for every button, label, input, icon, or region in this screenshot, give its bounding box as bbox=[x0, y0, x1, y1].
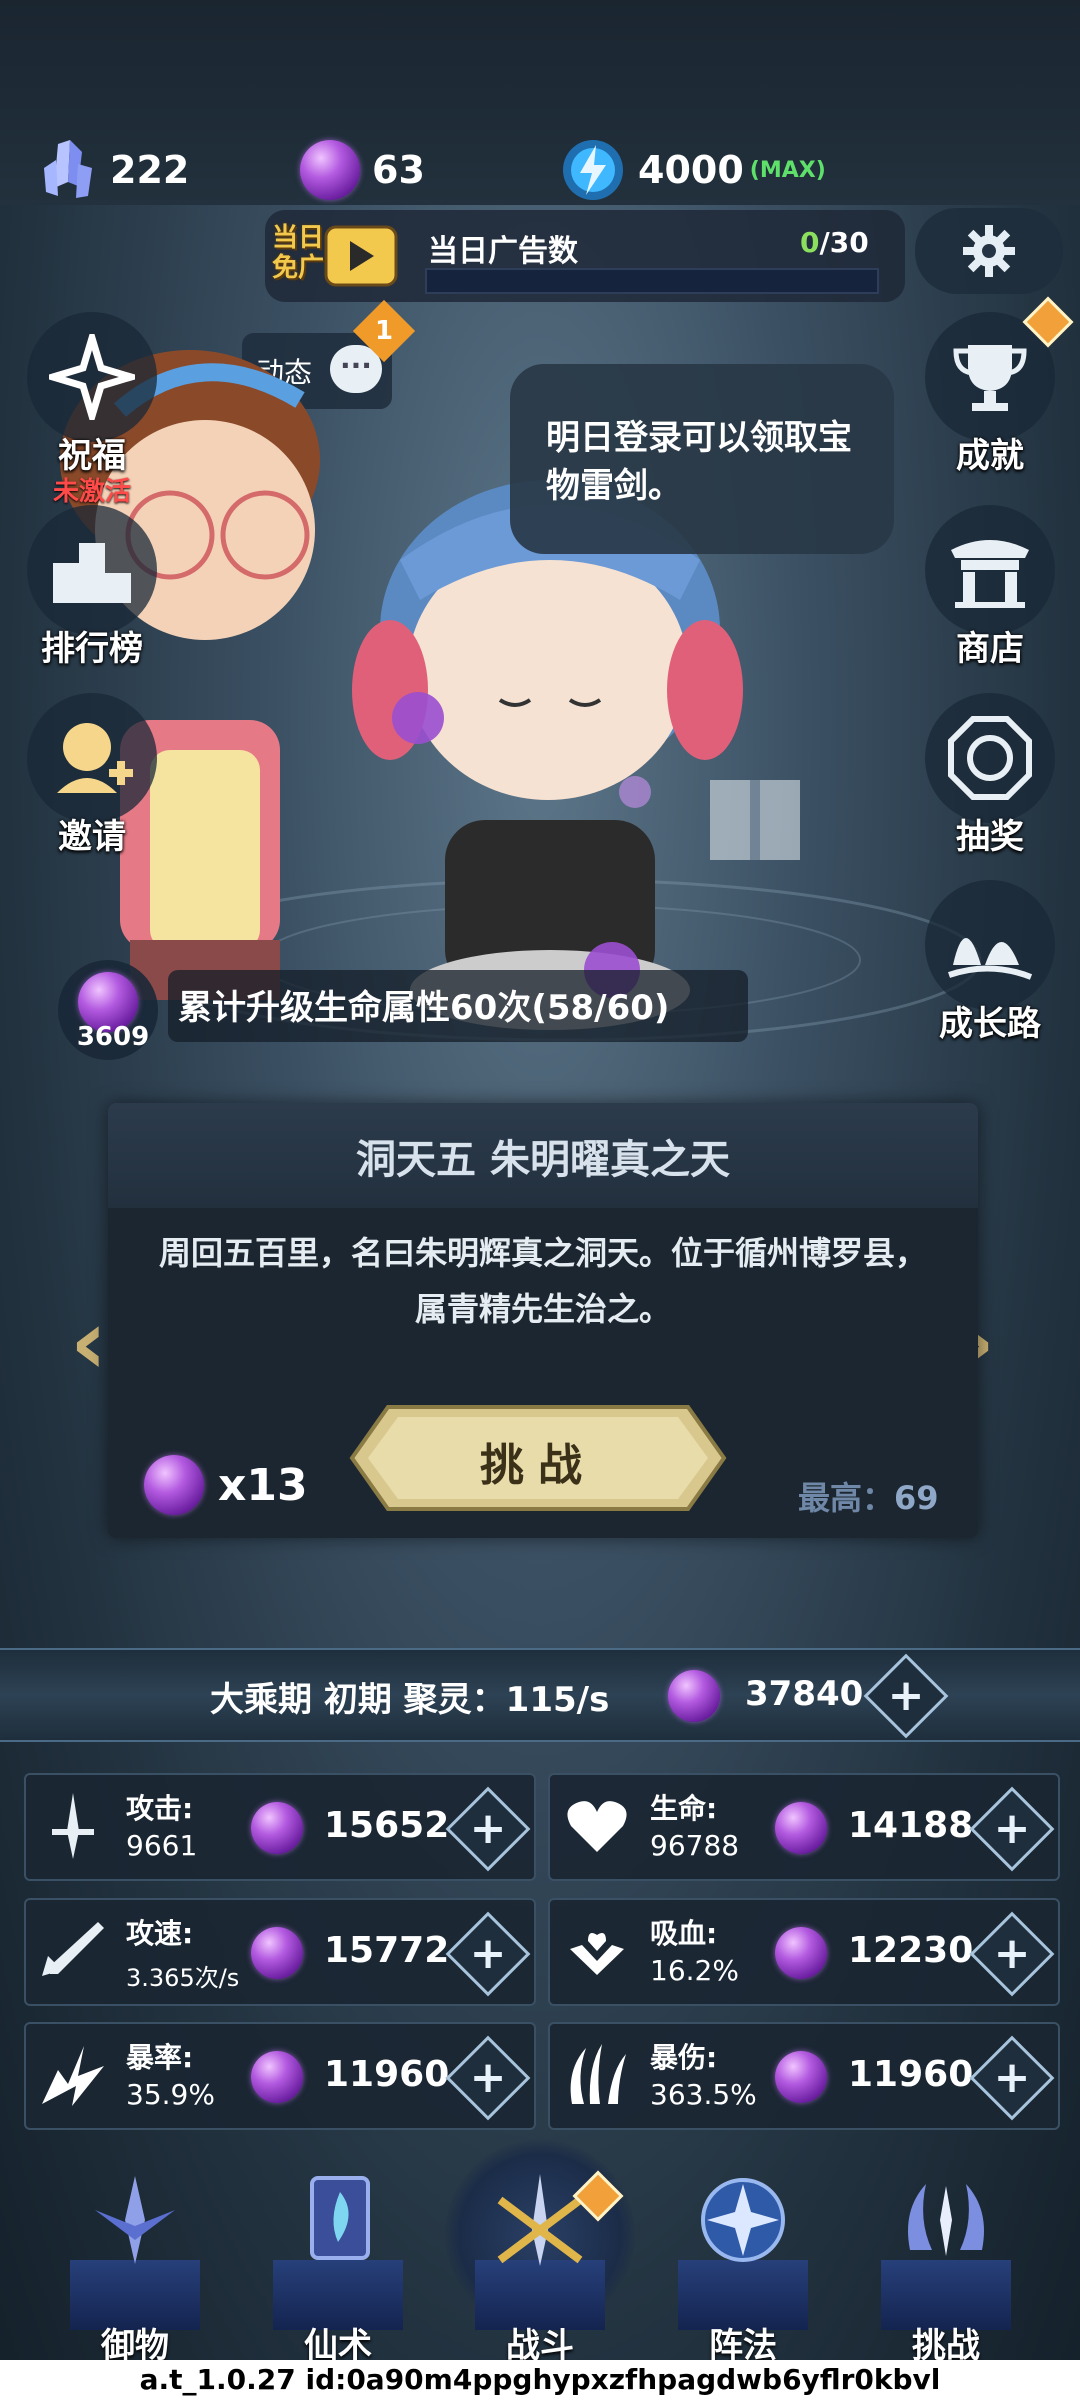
prev-stage-arrow[interactable]: ‹ bbox=[70, 1290, 107, 1395]
orb-value: 63 bbox=[372, 148, 425, 192]
energy-value: 4000 bbox=[638, 148, 744, 192]
invite-label: 邀请 bbox=[58, 817, 126, 857]
heart-icon bbox=[567, 1801, 627, 1852]
orb-counter: 63 bbox=[300, 130, 425, 210]
upgrade-hp-button[interactable]: + bbox=[969, 1786, 1055, 1872]
sword-icon bbox=[52, 1793, 94, 1859]
quest-tracker[interactable]: 3609 累计升级生命属性60次(58/60) bbox=[58, 960, 748, 1060]
mountain-icon bbox=[948, 938, 1033, 980]
crystal-icon bbox=[44, 140, 92, 198]
challenge-button[interactable]: 挑战 bbox=[348, 1403, 728, 1513]
energy-counter: 4000 (MAX) bbox=[560, 130, 826, 210]
blessing-status: 未激活 bbox=[52, 477, 131, 507]
dagger-icon bbox=[42, 1922, 104, 1976]
blessing-button[interactable]: 祝福 未激活 bbox=[22, 312, 162, 508]
challenge-label: 挑战 bbox=[480, 1440, 596, 1491]
upgrade-crit-damage-button[interactable]: + bbox=[969, 2035, 1055, 2121]
nav-formation[interactable]: 阵法 bbox=[663, 2150, 823, 2366]
gift-icon bbox=[710, 780, 800, 860]
podium-icon bbox=[53, 543, 131, 603]
stat-card-crit-damage: 暴伤: 363.5% 11960 + bbox=[548, 2022, 1060, 2130]
gear-icon bbox=[963, 225, 1015, 277]
shop-button[interactable]: 商店 bbox=[920, 505, 1060, 670]
realm-text: 大乘期 初期 聚灵：115/s bbox=[210, 1680, 610, 1720]
shop-label: 商店 bbox=[956, 629, 1024, 669]
stat-card-hp: 生命: 96788 14188 + bbox=[548, 1773, 1060, 1881]
purple-orb-icon bbox=[775, 2051, 827, 2103]
upgrade-lifesteal-button[interactable]: + bbox=[969, 1911, 1055, 1997]
quest-reward: 3609 bbox=[76, 1022, 150, 1052]
invite-button[interactable]: 邀请 bbox=[22, 693, 162, 858]
purple-orb-icon bbox=[144, 1455, 204, 1515]
crystal-counter: 222 bbox=[38, 130, 189, 210]
upgrade-crit-rate-button[interactable]: + bbox=[445, 2035, 531, 2121]
energy-icon bbox=[563, 140, 623, 200]
purple-orb-icon bbox=[668, 1670, 720, 1722]
nav-treasure[interactable]: 御物 bbox=[55, 2150, 215, 2366]
speech-bubble: 明日登录可以领取宝物雷剑。 bbox=[510, 364, 894, 554]
stage-cost: x13 bbox=[144, 1455, 308, 1515]
lifesteal-icon bbox=[570, 1933, 624, 1975]
purple-orb-icon bbox=[775, 1802, 827, 1854]
growth-label: 成长路 bbox=[939, 1004, 1041, 1044]
claw-icon bbox=[570, 2044, 626, 2104]
treasure-icon bbox=[95, 2176, 175, 2264]
crossed-swords-icon bbox=[497, 2174, 583, 2266]
purple-orb-icon bbox=[251, 1802, 303, 1854]
trophy-icon bbox=[953, 345, 1027, 411]
free-ad-badge[interactable]: 当日 免广 bbox=[270, 215, 410, 300]
best-score: 最高：69 bbox=[798, 1479, 939, 1517]
free-ad-line2: 免广 bbox=[272, 253, 325, 283]
growth-button[interactable]: 成长路 bbox=[920, 880, 1060, 1045]
crit-icon bbox=[42, 2046, 104, 2106]
stat-card-attack-speed: 攻速: 3.365次/s 15772 + bbox=[24, 1898, 536, 2006]
purple-orb-icon bbox=[251, 2051, 303, 2103]
version-footer: a.t_1.0.27 id:0a90m4ppghypxzfhpagdwb6yfl… bbox=[0, 2360, 1080, 2400]
challenge-icon bbox=[908, 2184, 984, 2256]
boy-character bbox=[352, 480, 743, 1030]
upgrade-attack-speed-button[interactable]: + bbox=[445, 1911, 531, 1997]
lottery-label: 抽奖 bbox=[956, 817, 1024, 857]
add-orbs-button[interactable]: + bbox=[863, 1653, 949, 1739]
spell-card-icon bbox=[310, 2176, 370, 2260]
lottery-icon bbox=[948, 716, 1032, 800]
ad-progress-bar bbox=[425, 268, 879, 294]
stat-card-attack: 攻击: 9661 15652 + bbox=[24, 1773, 536, 1881]
stage-description: 周回五百里，名曰朱明辉真之洞天。位于循州博罗县，属青精先生治之。 bbox=[158, 1234, 927, 1328]
realm-bar: 大乘期 初期 聚灵：115/s 37840 + bbox=[0, 1648, 1080, 1742]
ranking-label: 排行榜 bbox=[41, 629, 143, 669]
blessing-label: 祝福 bbox=[58, 436, 126, 476]
formation-icon bbox=[701, 2178, 785, 2262]
energy-max-label: (MAX) bbox=[749, 157, 826, 183]
realm-orbs: 37840 bbox=[745, 1674, 864, 1714]
nav-challenge[interactable]: 挑战 bbox=[866, 2150, 1026, 2366]
free-ad-line1: 当日 bbox=[272, 223, 325, 253]
stage-title: 洞天五 朱明曜真之天 bbox=[356, 1137, 730, 1183]
stat-card-crit-rate: 暴率: 35.9% 11960 + bbox=[24, 2022, 536, 2130]
purple-orb-icon bbox=[251, 1927, 303, 1979]
nav-battle[interactable]: 战斗 bbox=[445, 2140, 635, 2366]
nav-spell[interactable]: 仙术 bbox=[258, 2150, 418, 2366]
upgrade-attack-button[interactable]: + bbox=[445, 1786, 531, 1872]
purple-orb-icon bbox=[300, 140, 360, 200]
compass-star-icon bbox=[49, 334, 135, 420]
stage-cost-value: x13 bbox=[218, 1459, 308, 1511]
purple-orb-icon bbox=[775, 1927, 827, 1979]
crystal-value: 222 bbox=[110, 148, 190, 192]
settings-button[interactable] bbox=[915, 208, 1063, 294]
lottery-button[interactable]: 抽奖 bbox=[920, 693, 1060, 858]
ranking-button[interactable]: 排行榜 bbox=[22, 505, 162, 670]
bottom-nav: 御物 仙术 战斗 阵法 挑战 bbox=[0, 2140, 1080, 2366]
quest-text: 累计升级生命属性60次(58/60) bbox=[178, 988, 670, 1028]
ad-count-title: 当日广告数 bbox=[428, 234, 578, 269]
achievement-button[interactable]: 成就 bbox=[920, 296, 1074, 477]
shop-icon bbox=[951, 540, 1029, 608]
stat-card-lifesteal: 吸血: 16.2% 12230 + bbox=[548, 1898, 1060, 2006]
stage-panel: 洞天五 朱明曜真之天 周回五百里，名曰朱明辉真之洞天。位于循州博罗县，属青精先生… bbox=[108, 1103, 978, 1538]
speech-text: 明日登录可以领取宝物雷剑。 bbox=[546, 418, 852, 506]
achievement-label: 成就 bbox=[956, 436, 1024, 476]
ad-count-value: 0/30 bbox=[800, 226, 869, 259]
add-friend-icon bbox=[57, 723, 133, 793]
